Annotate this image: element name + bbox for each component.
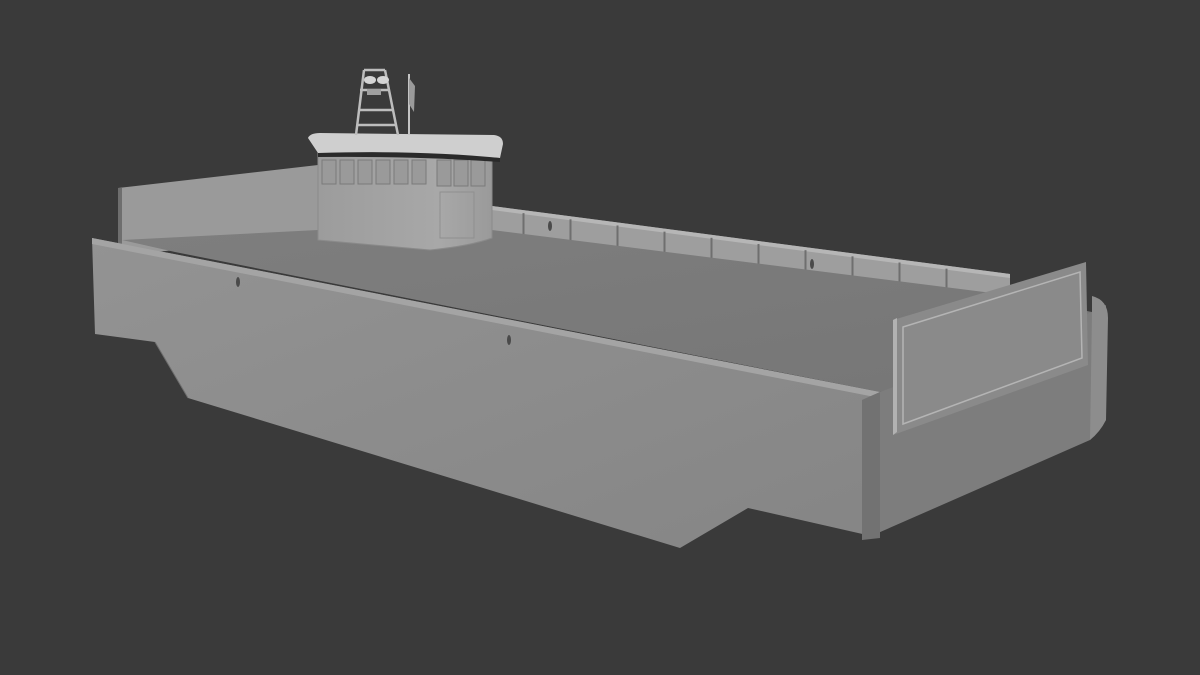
- window: [339, 159, 355, 185]
- window: [321, 159, 337, 185]
- porthole: [236, 277, 240, 287]
- window: [375, 159, 391, 185]
- 3d-viewport[interactable]: [0, 0, 1200, 675]
- wheelhouse: [308, 133, 503, 251]
- porthole: [507, 335, 511, 345]
- window: [470, 159, 486, 187]
- window: [357, 159, 373, 185]
- window: [436, 159, 452, 187]
- window: [393, 159, 409, 185]
- barge-model-render: [0, 0, 1200, 675]
- porthole: [810, 259, 814, 269]
- window: [453, 159, 469, 187]
- window: [411, 159, 427, 185]
- wheelhouse-windows: [321, 159, 486, 187]
- porthole: [548, 221, 552, 231]
